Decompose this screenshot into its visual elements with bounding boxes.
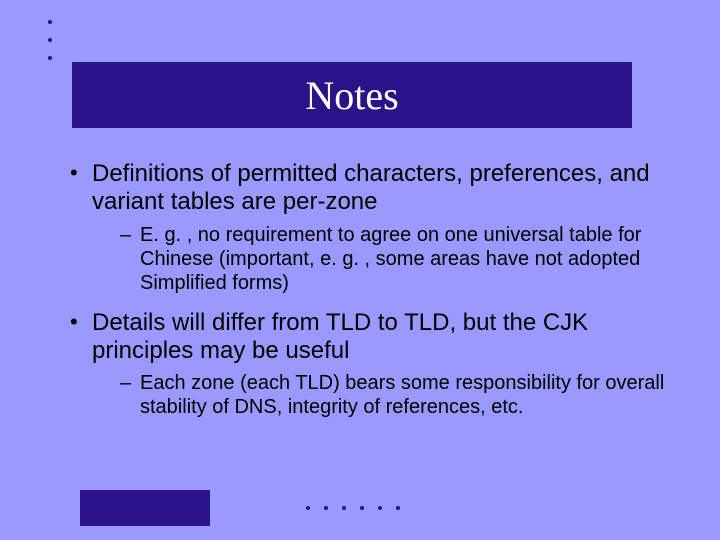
sub-bullet-text: E. g. , no requirement to agree on one u… [140, 224, 641, 294]
sub-bullet-list: Each zone (each TLD) bears some responsi… [92, 371, 668, 419]
list-item: Details will differ from TLD to TLD, but… [68, 309, 668, 420]
bullet-text: Definitions of permitted characters, pre… [92, 160, 650, 215]
sub-bullet-list: E. g. , no requirement to agree on one u… [92, 223, 668, 295]
bullet-list: Definitions of permitted characters, pre… [68, 160, 668, 419]
sub-bullet-text: Each zone (each TLD) bears some responsi… [140, 372, 664, 418]
decoration-dot [48, 38, 52, 42]
list-item: Each zone (each TLD) bears some responsi… [120, 371, 668, 419]
list-item: E. g. , no requirement to agree on one u… [120, 223, 668, 295]
decoration-dot [48, 20, 52, 24]
decoration-dot [396, 506, 400, 510]
title-bar: Notes [72, 62, 632, 128]
decoration-dot [306, 506, 310, 510]
slide-title: Notes [305, 72, 398, 119]
slide: Notes Definitions of permitted character… [0, 0, 720, 540]
list-item: Definitions of permitted characters, pre… [68, 160, 668, 295]
decoration-bar [80, 490, 210, 526]
decoration-dot [342, 506, 346, 510]
decoration-dot [360, 506, 364, 510]
decoration-dot [378, 506, 382, 510]
decoration-dot [48, 56, 52, 60]
slide-body: Definitions of permitted characters, pre… [68, 160, 668, 433]
bullet-text: Details will differ from TLD to TLD, but… [92, 309, 588, 364]
decoration-dot [324, 506, 328, 510]
